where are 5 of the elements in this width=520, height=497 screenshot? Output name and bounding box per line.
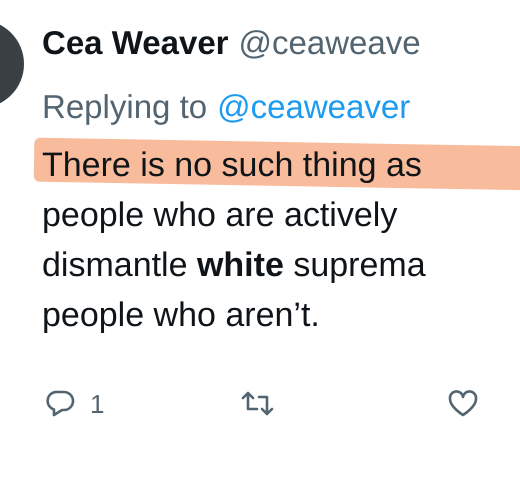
author-handle: @ceaweave: [238, 23, 421, 63]
tweet-text: There is no such thing as people who are actively dismantle white suprema people who aren’t.: [42, 145, 426, 336]
author-name[interactable]: Cea Weaver: [42, 18, 229, 68]
reply-button[interactable]: 1: [44, 384, 104, 424]
replying-label: Replying to: [42, 87, 208, 127]
